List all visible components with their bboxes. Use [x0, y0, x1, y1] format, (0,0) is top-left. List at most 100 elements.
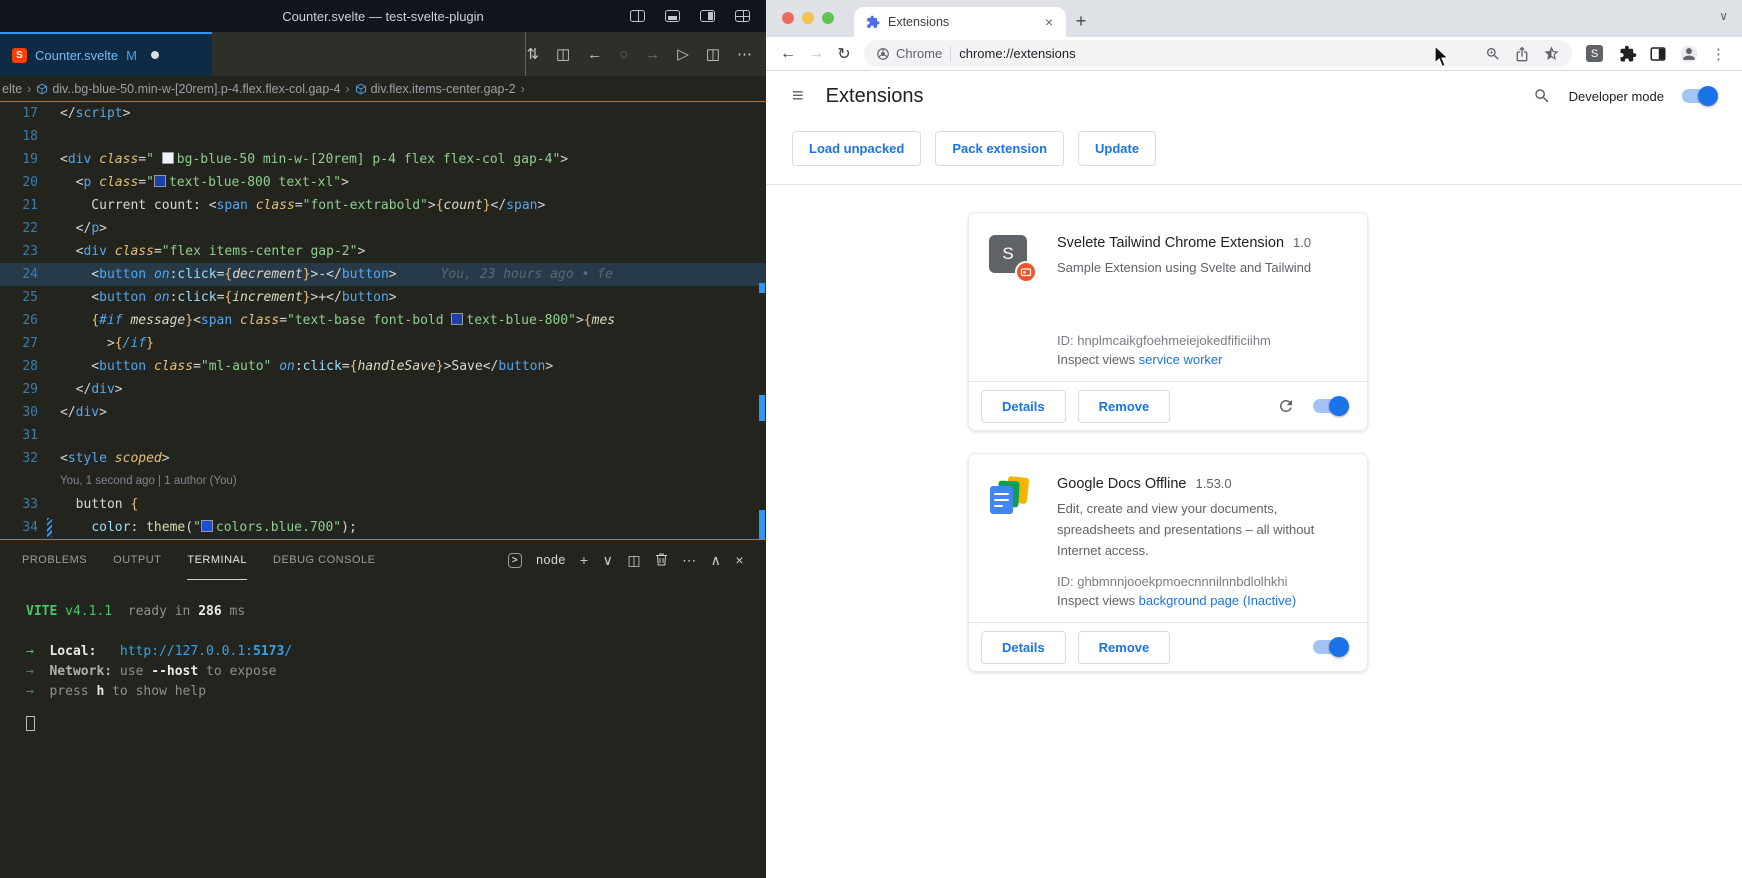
extension-icon: S	[989, 235, 1033, 279]
zoom-window-button[interactable]	[822, 12, 834, 24]
code-line[interactable]: 27 >{/if}	[0, 332, 766, 355]
overview-ruler[interactable]	[757, 102, 766, 539]
breadcrumb-item[interactable]: elte	[2, 82, 22, 96]
code-line[interactable]: 25 <button on:click={increment}>+</butto…	[0, 286, 766, 309]
share-icon[interactable]	[1514, 46, 1530, 62]
search-icon[interactable]	[1533, 87, 1551, 105]
code-line[interactable]: 34 color: theme("colors.blue.700");	[0, 516, 766, 539]
chrome-menu-icon[interactable]: ⋮	[1711, 45, 1726, 63]
line-number: 29	[0, 378, 60, 401]
code-line[interactable]: You, 1 second ago | 1 author (You)	[0, 470, 766, 493]
toggle-sidebar-icon[interactable]	[700, 10, 715, 22]
zoom-icon[interactable]	[1485, 46, 1501, 62]
split-editor-icon[interactable]: ◫	[706, 47, 720, 62]
code-line[interactable]: 22 </p>	[0, 217, 766, 240]
code-line[interactable]: 32<style scoped>	[0, 447, 766, 470]
tab-debug-console[interactable]: DEBUG CONSOLE	[273, 540, 375, 580]
hamburger-menu-icon[interactable]: ≡	[792, 85, 804, 108]
panel-more-icon[interactable]: ⋯	[682, 553, 697, 567]
tab-counter-svelte[interactable]: S Counter.svelte M	[0, 32, 212, 76]
load-unpacked-button[interactable]: Load unpacked	[792, 131, 921, 166]
remove-button[interactable]: Remove	[1078, 390, 1171, 423]
code-editor[interactable]: 17</script>1819<div class=" bg-blue-50 m…	[0, 102, 766, 539]
code-line[interactable]: 26 {#if message}<span class="text-base f…	[0, 309, 766, 332]
pinned-extension-button[interactable]: S	[1582, 41, 1607, 66]
extension-card-svelte: S Svelete Tailwind Chrome Extension1.0 S…	[968, 212, 1368, 431]
extensions-actions: Load unpacked Pack extension Update	[766, 121, 1742, 184]
code-line[interactable]: 19<div class=" bg-blue-50 min-w-[20rem] …	[0, 148, 766, 171]
kill-terminal-icon[interactable]	[655, 552, 668, 568]
terminal-line	[26, 702, 766, 722]
screencast-badge-icon	[1015, 261, 1037, 283]
bookmark-star-icon[interactable]	[1543, 45, 1560, 62]
reload-icon[interactable]: ↻	[830, 44, 858, 64]
terminal-dropdown-icon[interactable]: ∨	[603, 553, 614, 567]
close-panel-icon[interactable]: ×	[735, 553, 744, 567]
editor-toolbar: ⇅ ◫ ← ○ → ▷ ◫ ⋯	[525, 32, 766, 76]
close-tab-icon[interactable]: ×	[1040, 14, 1058, 30]
tab-filename: Counter.svelte	[35, 48, 118, 63]
run-file-icon[interactable]: ▷	[677, 47, 689, 62]
navigate-forward-icon: →	[645, 47, 660, 62]
open-preview-icon[interactable]: ◫	[556, 47, 570, 62]
site-info[interactable]: Chrome	[876, 46, 942, 61]
details-button[interactable]: Details	[981, 631, 1066, 664]
extensions-puzzle-icon[interactable]	[1619, 45, 1637, 63]
split-editor-layout-icon[interactable]	[630, 10, 645, 22]
pack-extension-button[interactable]: Pack extension	[935, 131, 1064, 166]
developer-mode-toggle[interactable]	[1682, 89, 1716, 103]
code-line[interactable]: 33 button {	[0, 493, 766, 516]
breadcrumb-item[interactable]: div.flex.items-center.gap-2	[355, 82, 516, 96]
update-button[interactable]: Update	[1078, 131, 1156, 166]
minimize-window-button[interactable]	[802, 12, 814, 24]
navigate-back-icon[interactable]: ←	[587, 47, 602, 62]
maximize-panel-icon[interactable]: ∧	[711, 553, 722, 567]
code-line[interactable]: 21 Current count: <span class="font-extr…	[0, 194, 766, 217]
code-line[interactable]: 29 </div>	[0, 378, 766, 401]
remove-button[interactable]: Remove	[1078, 631, 1171, 664]
new-terminal-icon[interactable]: +	[580, 553, 589, 567]
breadcrumb[interactable]: elte › div..bg-blue-50.min-w-[20rem].p-4.f…	[0, 76, 766, 102]
reload-extension-icon[interactable]	[1277, 397, 1295, 415]
extension-id: ID: ghbmnnjooekpmoecnnnilnnbdlolhkhi	[1057, 568, 1347, 589]
code-line[interactable]: 20 <p class="text-blue-800 text-xl">	[0, 171, 766, 194]
details-button[interactable]: Details	[981, 390, 1066, 423]
code-line[interactable]: 30</div>	[0, 401, 766, 424]
side-panel-icon[interactable]	[1649, 45, 1667, 63]
card-footer: Details Remove	[969, 381, 1367, 430]
close-window-button[interactable]	[782, 12, 794, 24]
editor-layout-grid-icon[interactable]	[735, 10, 750, 22]
code-line[interactable]: 24 <button on:click={decrement}>-</butto…	[0, 263, 766, 286]
source-control-compare-icon[interactable]: ⇅	[526, 47, 539, 62]
titlebar-layout-controls	[630, 10, 766, 22]
tab-search-chevron-icon[interactable]: ∨	[1719, 9, 1728, 23]
extension-enabled-toggle[interactable]	[1313, 640, 1347, 654]
terminal-output[interactable]: VITE v4.1.1 ready in 286 ms→ Local: http…	[0, 580, 766, 722]
chrome-toolbar: ← → ↻ Chrome chrome://extensions S ⋮	[766, 37, 1742, 71]
browser-tab-extensions[interactable]: Extensions ×	[854, 7, 1066, 37]
breadcrumb-item[interactable]: div..bg-blue-50.min-w-[20rem].p-4.flex.f…	[36, 82, 340, 96]
tab-problems[interactable]: PROBLEMS	[22, 540, 87, 580]
more-actions-icon[interactable]: ⋯	[737, 47, 752, 62]
new-tab-button[interactable]: +	[1066, 7, 1096, 35]
color-swatch-icon	[201, 520, 213, 532]
tab-terminal[interactable]: TERMINAL	[187, 540, 247, 580]
unsaved-dot-icon[interactable]	[151, 51, 159, 59]
extension-enabled-toggle[interactable]	[1313, 399, 1347, 413]
service-worker-link[interactable]: service worker	[1139, 352, 1223, 367]
code-line[interactable]: 28 <button class="ml-auto" on:click={han…	[0, 355, 766, 378]
breadcrumb-separator: ›	[345, 82, 349, 96]
code-line[interactable]: 31	[0, 424, 766, 447]
back-icon[interactable]: ←	[774, 45, 802, 63]
code-line[interactable]: 18	[0, 125, 766, 148]
background-page-link[interactable]: background page (Inactive)	[1139, 593, 1297, 608]
address-bar[interactable]: Chrome chrome://extensions	[864, 40, 1572, 67]
panel-tabbar: PROBLEMS OUTPUT TERMINAL DEBUG CONSOLE >…	[0, 540, 766, 580]
profile-avatar-icon[interactable]	[1679, 44, 1699, 64]
terminal-shell-label[interactable]: node	[536, 553, 566, 567]
code-line[interactable]: 17</script>	[0, 102, 766, 125]
toggle-panel-icon[interactable]	[665, 10, 680, 22]
split-terminal-icon[interactable]: ◫	[627, 553, 641, 567]
code-line[interactable]: 23 <div class="flex items-center gap-2">	[0, 240, 766, 263]
tab-output[interactable]: OUTPUT	[113, 540, 161, 580]
